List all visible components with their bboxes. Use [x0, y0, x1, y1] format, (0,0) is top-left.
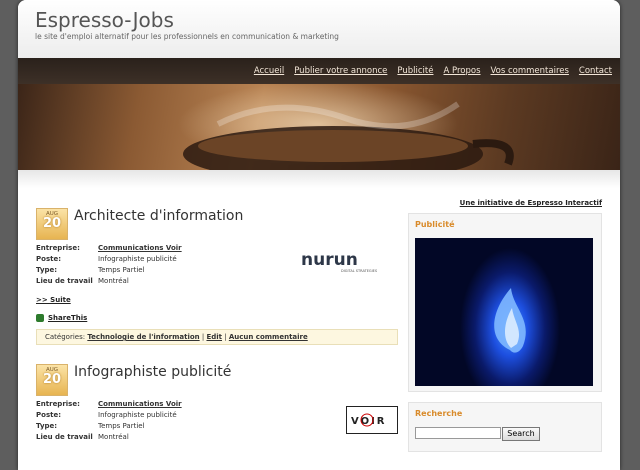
field-label: Type: — [36, 266, 58, 274]
field-label: Poste: — [36, 411, 61, 419]
search-button[interactable]: Search — [502, 427, 540, 441]
field-value: Temps Partiel — [98, 266, 145, 274]
initiative-link[interactable]: Une initiative de Espresso Interactif — [460, 199, 602, 207]
field-label: Lieu de travail — [36, 433, 93, 441]
banner-shadow — [18, 170, 620, 188]
date-day: 20 — [42, 372, 62, 387]
comments-link[interactable]: Aucun commentaire — [229, 333, 308, 341]
read-more-link[interactable]: >> Suite — [36, 296, 71, 304]
post-2: AUG 20 Infographiste publicité Entrepris… — [36, 364, 398, 464]
nav-contact[interactable]: Contact — [579, 66, 612, 76]
site-title[interactable]: Espresso-Jobs — [35, 8, 174, 32]
category-bar: Catégories: Technologie de l'information… — [36, 329, 398, 345]
share-label: ShareThis — [48, 314, 88, 322]
field-value: Temps Partiel — [98, 422, 145, 430]
post-title[interactable]: Infographiste publicité — [74, 364, 231, 380]
categories-label: Catégories: — [45, 333, 86, 341]
share-icon — [36, 314, 44, 322]
date-day: 20 — [42, 216, 62, 231]
page-frame: Espresso-Jobs le site d'emploi alternati… — [18, 0, 620, 470]
voir-logo: VOIR — [346, 406, 398, 434]
nav-apropos[interactable]: A Propos — [443, 66, 480, 76]
field-value: Infographiste publicité — [98, 255, 177, 263]
nurun-logo: nurun DIGITAL STRATEGIES — [301, 250, 378, 273]
post-1: AUG 20 Architecte d'information Entrepri… — [36, 208, 398, 348]
post-meta: Entreprise: Communications Voir Poste: Inf… — [36, 244, 182, 288]
search-input[interactable] — [415, 427, 501, 439]
sharethis-link[interactable]: ShareThis — [36, 314, 87, 322]
field-value: Montréal — [98, 433, 129, 441]
field-value: Infographiste publicité — [98, 411, 177, 419]
site-tagline: le site d'emploi alternatif pour les pro… — [35, 32, 339, 41]
company-link[interactable]: Communications Voir — [98, 400, 182, 408]
field-label: Entreprise: — [36, 400, 80, 408]
category-link[interactable]: Technologie de l'information — [87, 333, 199, 341]
field-value: Montréal — [98, 277, 129, 285]
field-label: Lieu de travail — [36, 277, 93, 285]
nav-publicite[interactable]: Publicité — [397, 66, 433, 76]
blue-flame-icon — [494, 288, 526, 353]
ad-banner-image[interactable] — [415, 238, 593, 386]
coffee-banner-image — [18, 84, 620, 170]
coffee-cup-illustration — [183, 101, 514, 170]
date-badge: AUG 20 — [36, 364, 68, 396]
ad-widget: Publicité — [408, 213, 602, 392]
post-meta: Entreprise: Communications Voir Poste: Inf… — [36, 400, 182, 444]
main-nav: Accueil Publier votre annonce Publicité … — [18, 58, 620, 84]
field-label: Entreprise: — [36, 244, 80, 252]
nav-accueil[interactable]: Accueil — [254, 66, 284, 76]
nurun-logo-text: nurun — [301, 250, 358, 270]
site-header: Espresso-Jobs le site d'emploi alternati… — [18, 0, 620, 58]
date-badge: AUG 20 — [36, 208, 68, 240]
field-label: Type: — [36, 422, 58, 430]
ad-widget-title: Publicité — [415, 220, 455, 229]
nav-commentaires[interactable]: Vos commentaires — [491, 66, 569, 76]
field-label: Poste: — [36, 255, 61, 263]
search-widget: Recherche Search — [408, 402, 602, 452]
nav-publier[interactable]: Publier votre annonce — [294, 66, 387, 76]
company-link[interactable]: Communications Voir — [98, 244, 182, 252]
post-title[interactable]: Architecte d'information — [74, 208, 243, 224]
nurun-logo-subtext: DIGITAL STRATEGIES — [341, 269, 378, 273]
search-widget-title: Recherche — [415, 409, 463, 418]
edit-link[interactable]: Edit — [206, 333, 222, 341]
